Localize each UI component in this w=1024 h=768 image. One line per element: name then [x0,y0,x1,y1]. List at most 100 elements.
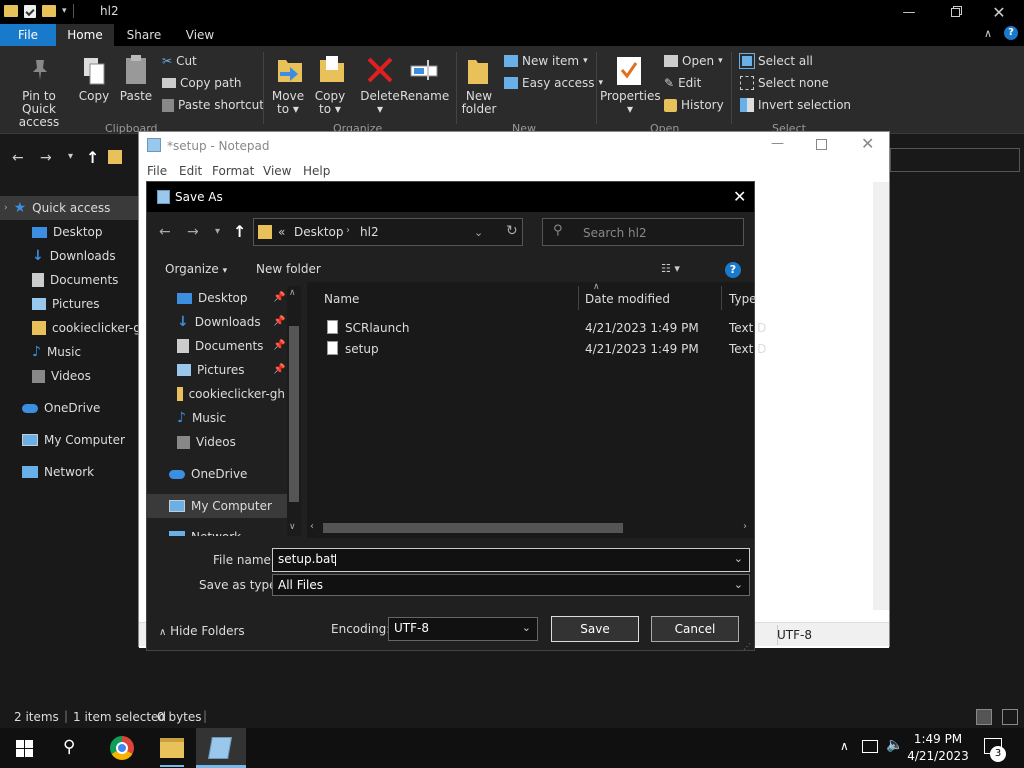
chevron-down-icon[interactable]: ⌄ [522,618,531,638]
menu-view[interactable]: View [263,164,291,178]
close-button[interactable]: ✕ [861,134,874,153]
address-bar[interactable]: « Desktop › hl2 ⌄ ↻ [253,218,523,246]
nav-desktop[interactable]: Desktop [32,221,103,243]
qat-dropdown-icon[interactable]: ▾ [62,6,67,16]
large-icons-view-icon[interactable] [1002,709,1018,725]
menu-file[interactable]: File [147,164,167,178]
close-button[interactable]: ✕ [976,0,1022,24]
nav-my-computer[interactable]: My Computer [22,429,125,451]
nav-desktop[interactable]: Desktop [177,287,248,309]
nav-cookieclicker[interactable]: cookieclicker-gh [177,383,285,405]
scroll-down-icon[interactable]: ∨ [289,522,296,532]
breadcrumb-overflow[interactable]: « [278,225,285,239]
up-arrow-icon[interactable]: ↑ [86,148,99,167]
forward-arrow-icon[interactable]: → [40,150,52,166]
cut-button[interactable]: ✂ Cut [162,54,197,68]
chevron-down-icon[interactable]: ⌄ [734,549,743,569]
menu-help[interactable]: Help [303,164,330,178]
network-icon[interactable] [862,740,878,753]
nav-network[interactable]: Network [22,461,94,483]
select-all-button[interactable]: Select all [739,53,813,69]
edit-button[interactable]: ✎ Edit [664,76,701,90]
save-as-type-select[interactable]: All Files ⌄ [272,574,750,596]
recent-locations-chevron-icon[interactable]: ▾ [68,151,73,162]
refresh-icon[interactable]: ↻ [506,223,518,239]
pin-to-quick-access-button[interactable]: Pin to Quick access [4,90,74,129]
notepad-scrollbar[interactable] [873,182,889,610]
invert-selection-button[interactable]: Invert selection [740,98,851,112]
tray-chevron-up-icon[interactable]: ∧ [840,739,849,753]
new-folder-button[interactable]: New folder [256,262,321,276]
rename-button[interactable]: Rename [400,90,449,103]
nav-music[interactable]: ♪ Music [32,341,81,363]
save-button[interactable]: Save [551,616,639,642]
open-button[interactable]: Open ▾ [664,54,723,68]
menu-format[interactable]: Format [212,164,254,178]
file-explorer-icon[interactable] [160,738,184,758]
up-arrow-icon[interactable]: ↑ [233,222,246,241]
nav-videos[interactable]: Videos [177,431,236,453]
resize-grip-icon[interactable]: ⋰ [743,642,751,651]
nav-pictures[interactable]: Pictures [32,293,100,315]
horizontal-scrollbar-thumb[interactable] [323,523,623,533]
minimize-button[interactable]: — [771,136,784,151]
collapse-ribbon-icon[interactable]: ∧ [984,27,992,40]
menu-edit[interactable]: Edit [179,164,202,178]
tab-view[interactable]: View [174,24,226,46]
table-row[interactable]: setup 4/21/2023 1:49 PM Text D [323,339,766,359]
hide-folders-button[interactable]: ∧ Hide Folders [159,624,245,638]
copy-to-button[interactable]: Copy to ▾ [312,90,348,116]
help-icon[interactable]: ? [725,262,741,278]
nav-my-computer[interactable]: My Computer [169,495,272,517]
horizontal-scrollbar[interactable]: ‹ › [307,520,754,536]
search-box[interactable] [890,148,1020,172]
back-arrow-icon[interactable]: ← [12,150,24,166]
column-type[interactable]: Type [729,292,757,306]
nav-documents[interactable]: Documents [32,269,118,291]
breadcrumb-hl2[interactable]: hl2 [360,225,379,239]
nav-scrollbar-thumb[interactable] [289,326,299,502]
nav-music[interactable]: ♪ Music [177,407,226,429]
nav-documents[interactable]: Documents [177,335,263,357]
new-folder-qat-icon[interactable] [42,5,56,17]
paste-shortcut-button[interactable]: Paste shortcut [162,98,264,112]
nav-quick-access[interactable]: › ★ Quick access [4,197,110,219]
move-to-button[interactable]: Move to ▾ [270,90,306,116]
search-box[interactable]: ⚲ Search hl2 [542,218,744,246]
chevron-down-icon[interactable]: ⌄ [734,575,743,595]
nav-scrollbar[interactable]: ∧ ∨ [287,286,301,536]
history-button[interactable]: History [664,98,724,112]
properties-button[interactable]: Properties ▾ [600,90,661,116]
table-row[interactable]: SCRlaunch 4/21/2023 1:49 PM Text D [323,318,766,338]
easy-access-button[interactable]: Easy access ▾ [504,76,603,90]
tab-share[interactable]: Share [118,24,170,46]
clock-time[interactable]: 1:49 PM [912,732,964,746]
help-icon[interactable]: ? [1004,26,1018,40]
nav-downloads[interactable]: ↓ Downloads [177,311,261,333]
new-folder-button[interactable]: New folder [458,90,500,116]
cancel-button[interactable]: Cancel [651,616,739,642]
scroll-left-icon[interactable]: ‹ [310,521,314,532]
scroll-up-icon[interactable]: ∧ [289,288,296,298]
select-none-button[interactable]: Select none [740,76,829,90]
tab-home[interactable]: Home [56,24,114,46]
properties-qat-icon[interactable] [24,4,36,18]
nav-downloads[interactable]: ↓ Downloads [32,245,116,267]
search-icon[interactable]: ⚲ [63,737,75,757]
maximize-button[interactable] [816,139,827,150]
new-item-button[interactable]: New item ▾ [504,54,588,68]
tab-file[interactable]: File [0,24,56,46]
recent-locations-chevron-icon[interactable]: ▾ [215,226,220,237]
scroll-right-icon[interactable]: › [743,521,747,532]
encoding-select[interactable]: UTF-8 ⌄ [388,617,538,641]
copy-button[interactable]: Copy [76,90,112,103]
nav-cookieclicker[interactable]: cookieclicker-gh [32,317,148,339]
copy-path-button[interactable]: Copy path [162,76,242,90]
nav-pictures[interactable]: Pictures [177,359,245,381]
volume-icon[interactable]: 🔈 [886,737,903,753]
minimize-button[interactable]: — [886,0,932,24]
chrome-icon[interactable] [110,736,134,760]
close-button[interactable]: ✕ [733,187,746,206]
address-dropdown-icon[interactable]: ⌄ [474,226,483,239]
clock-date[interactable]: 4/21/2023 [906,749,970,763]
